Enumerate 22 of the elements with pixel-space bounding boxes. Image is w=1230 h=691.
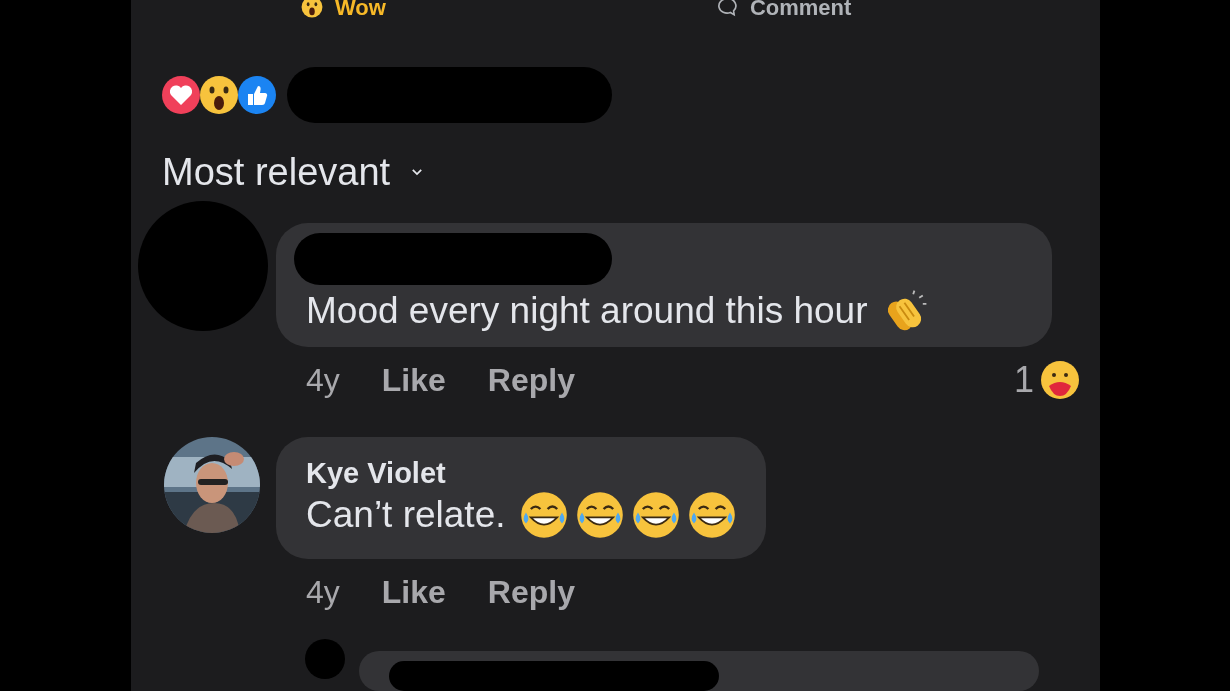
comment-author: Kye Violet [306,456,447,491]
reaction-button[interactable]: Comment [715,0,852,19]
comment-text: Can’t relate. [306,493,506,537]
wow-face-icon [301,0,323,18]
comment-action-link[interactable]: Like [381,568,446,616]
laughing-tears-icon [575,491,624,539]
laughing-tears-icon [631,491,680,539]
comment-action-link[interactable]: Reply [487,568,575,616]
sort-dropdown[interactable]: Most relevant [162,153,425,191]
thumbs-up-icon [237,75,277,115]
comment-time: 4y [306,573,340,612]
laughing-tears-icon [687,491,736,539]
comment-action-link[interactable]: Reply [487,356,575,404]
comment-action-link[interactable]: Like [381,356,446,404]
laughing-tears-icon [519,491,568,539]
wow-face-icon [199,75,239,115]
redaction-mark [305,639,345,679]
reaction-button[interactable]: Wow [301,0,386,19]
comment-time: 4y [306,361,340,400]
reaction-count: 1 [1013,358,1034,402]
speech-bubble-icon [715,0,738,18]
comment-text: Mood every night around this hour [306,289,868,333]
